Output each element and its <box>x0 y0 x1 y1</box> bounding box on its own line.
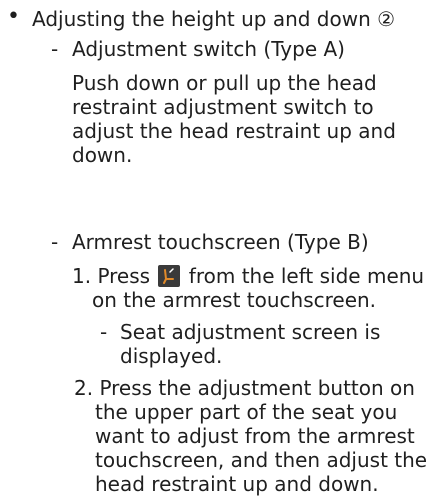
manual-page: • Adjusting the height up and down ② - A… <box>0 0 434 496</box>
type-a-body-line: down. <box>72 143 133 167</box>
step-1-line-2: on the armrest touchscreen. <box>92 288 377 312</box>
type-a-body-line: adjust the head restraint up and <box>72 119 396 143</box>
type-b-heading: Armrest touchscreen (Type B) <box>72 230 369 254</box>
note-line: displayed. <box>120 344 223 368</box>
section-title: Adjusting the height up and down ② <box>32 7 396 31</box>
step-1-suffix: from the left side menu <box>188 264 425 288</box>
type-a-body-line: Push down or pull up the head <box>72 71 377 95</box>
step-2-line: the upper part of the seat you <box>95 400 398 424</box>
bullet: • <box>7 4 20 29</box>
dash: - <box>51 37 59 61</box>
step-2-line: want to adjust from the armrest <box>95 424 415 448</box>
note-line: Seat adjustment screen is <box>120 320 381 344</box>
step-2-line: touchscreen, and then adjust the <box>95 448 428 472</box>
seat-adjust-icon <box>158 265 181 287</box>
dash: - <box>100 320 108 344</box>
step-1-prefix: 1. Press <box>72 264 151 288</box>
step-1-line: 1. Press from the left side menu <box>72 264 424 288</box>
type-a-heading: Adjustment switch (Type A) <box>72 37 345 61</box>
step-2-line: head restraint up and down. <box>95 472 379 496</box>
type-a-body-line: restraint adjustment switch to <box>72 95 374 119</box>
dash: - <box>51 230 59 254</box>
step-2-line: 2. Press the adjustment button on <box>74 376 415 400</box>
